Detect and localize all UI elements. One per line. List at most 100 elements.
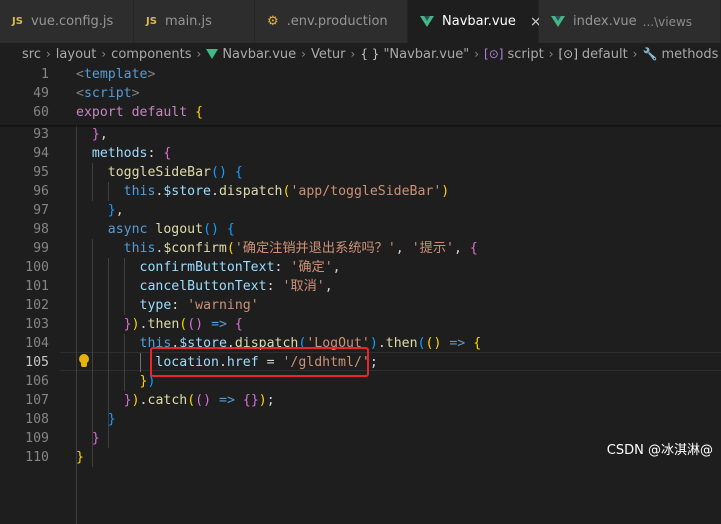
line-number: 95: [33, 165, 49, 180]
code-text: }): [76, 372, 156, 391]
code-line[interactable]: 98 async logout() {: [0, 220, 721, 239]
code-line[interactable]: 97 },: [0, 201, 721, 220]
vue-file-icon: [551, 16, 565, 27]
line-number: 103: [25, 317, 49, 332]
tab-label: index.vue: [573, 14, 637, 29]
line-number: 97: [33, 203, 49, 218]
code-token: '取消': [282, 279, 325, 294]
breadcrumb-item-layout[interactable]: layout: [56, 47, 97, 62]
code-token: }: [123, 393, 132, 408]
code-editor[interactable]: 1 <template> 49 <script> 60 export default { 9…: [0, 65, 721, 524]
line-number: 100: [25, 260, 49, 275]
code-text: this.$store.dispatch('app/toggleSideBar'…: [76, 182, 450, 201]
line-number: 1: [41, 67, 49, 82]
code-token: (: [226, 241, 235, 256]
line-number: 108: [25, 412, 49, 427]
code-line[interactable]: 94 methods: {: [0, 144, 721, 163]
code-line[interactable]: 1 <template>: [0, 65, 721, 84]
code-token: ): [131, 317, 140, 332]
tab-index-vue[interactable]: index.vue ...\views: [539, 0, 721, 43]
breadcrumb-item-default[interactable]: default: [582, 47, 628, 62]
code-token: }: [91, 127, 100, 142]
tab-navbar-vue[interactable]: Navbar.vue ×: [408, 0, 542, 43]
code-token: }: [107, 203, 116, 218]
code-line[interactable]: 96 this.$store.dispatch('app/toggleSideB…: [0, 182, 721, 201]
code-token: ): [369, 336, 378, 351]
line-number: 110: [25, 450, 49, 465]
braces-icon: { }: [360, 47, 380, 61]
code-token: :: [171, 298, 188, 313]
js-file-icon: JS: [12, 16, 23, 27]
breadcrumb-item-components[interactable]: components: [111, 47, 191, 62]
code-token: then: [385, 336, 418, 351]
line-number: 109: [25, 431, 49, 446]
code-text: type: 'warning': [76, 296, 259, 315]
tab-env-production[interactable]: ⚙ .env.production: [255, 0, 408, 43]
code-token: }: [123, 317, 132, 332]
line-number: 96: [33, 184, 49, 199]
wrench-icon: 🔧: [642, 47, 658, 61]
code-token: '确定': [290, 260, 333, 275]
bracket-icon: [⊙]: [484, 47, 504, 61]
code-text: },: [76, 201, 124, 220]
breadcrumb-item-src[interactable]: src: [22, 47, 41, 62]
code-line[interactable]: 101 cancelButtonText: '取消',: [0, 277, 721, 296]
code-line[interactable]: 108 }: [0, 410, 721, 429]
code-token: (: [187, 393, 196, 408]
code-line[interactable]: 60 export default {: [0, 103, 721, 122]
code-token: ,: [395, 241, 412, 256]
tab-description: ...\views: [642, 14, 693, 29]
code-text: }).catch(() => {});: [76, 391, 275, 410]
code-token: this: [123, 241, 156, 256]
lightbulb-icon[interactable]: [78, 353, 90, 369]
code-token: catch: [147, 393, 188, 408]
code-line[interactable]: 99 this.$confirm('确定注销并退出系统吗？', '提示', {: [0, 239, 721, 258]
code-token: :: [266, 279, 283, 294]
sticky-scroll-shadow: [0, 125, 721, 128]
chevron-right-icon: ›: [632, 47, 638, 61]
breadcrumb-item-navbar-string[interactable]: "Navbar.vue": [383, 47, 469, 62]
breadcrumb-item-navbar-vue[interactable]: Navbar.vue: [222, 47, 296, 62]
chevron-right-icon: ›: [101, 47, 107, 61]
tab-vue-config-js[interactable]: JS vue.config.js: [0, 0, 134, 43]
code-token: (: [195, 393, 204, 408]
code-line[interactable]: 100 confirmButtonText: '确定',: [0, 258, 721, 277]
breadcrumb-item-vetur[interactable]: Vetur: [311, 47, 346, 62]
line-number: 107: [25, 393, 49, 408]
code-token: type: [139, 298, 172, 313]
code-line[interactable]: 95 toggleSideBar() {: [0, 163, 721, 182]
code-line[interactable]: 49 <script>: [0, 84, 721, 103]
code-token: $store: [163, 184, 211, 199]
code-token: .: [139, 317, 148, 332]
highlight-annotation-box: [150, 347, 369, 377]
breadcrumb-item-methods[interactable]: methods: [661, 47, 718, 62]
code-token: ): [258, 393, 267, 408]
code-token: {: [195, 105, 204, 120]
code-token: {: [242, 393, 251, 408]
code-token: script: [83, 86, 132, 101]
code-token: >: [131, 86, 140, 101]
code-line[interactable]: 103 }).then(() => {: [0, 315, 721, 334]
code-text: }: [76, 429, 100, 448]
tab-label: vue.config.js: [30, 14, 114, 29]
code-line[interactable]: 107 }).catch(() => {});: [0, 391, 721, 410]
code-line[interactable]: 102 type: 'warning': [0, 296, 721, 315]
breadcrumb: src › layout › components › Navbar.vue ›…: [0, 43, 721, 65]
breadcrumb-item-script[interactable]: script: [507, 47, 543, 62]
tab-main-js[interactable]: JS main.js: [134, 0, 255, 43]
code-token: ): [441, 184, 450, 199]
code-text: this.$confirm('确定注销并退出系统吗？', '提示', {: [76, 239, 478, 258]
vue-file-icon: [206, 49, 219, 59]
code-token: methods: [91, 146, 148, 161]
code-text: methods: {: [76, 144, 171, 163]
